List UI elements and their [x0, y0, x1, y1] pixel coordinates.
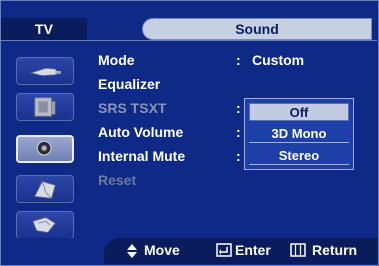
setup-icon [32, 217, 56, 233]
footer-move-label: Move [144, 242, 180, 258]
sidebar-item-setup[interactable] [16, 211, 74, 239]
return-icon [290, 243, 306, 257]
menu-item-internal-mute[interactable]: Internal Mute [98, 148, 185, 164]
move-arrows-icon [127, 244, 137, 258]
menu-item-auto-volume[interactable]: Auto Volume [98, 124, 183, 140]
header-tv-label: TV [35, 21, 53, 37]
enter-icon [216, 243, 232, 257]
option-off[interactable]: Off [249, 103, 349, 121]
option-stereo[interactable]: Stereo [249, 147, 349, 165]
colon-internal-mute: : [236, 148, 241, 164]
colon-srs: : [236, 100, 241, 116]
option-3d-mono[interactable]: 3D Mono [249, 125, 349, 143]
menu-item-srs-tsxt[interactable]: SRS TSXT [98, 100, 166, 116]
mode-value: Custom [252, 52, 305, 68]
sound-icon [34, 97, 56, 117]
sidebar-item-sound[interactable] [16, 93, 74, 121]
menu-item-mode[interactable]: Mode [98, 52, 135, 68]
srs-options-dropdown: Off 3D Mono Stereo [244, 98, 354, 170]
footer-return-label: Return [312, 242, 358, 258]
picture-icon [29, 67, 61, 77]
sidebar-item-picture[interactable] [16, 57, 74, 85]
sidebar-item-speaker[interactable] [16, 135, 74, 163]
sidebar [1, 41, 87, 239]
speaker-icon [36, 140, 52, 156]
colon-mode: : [236, 52, 241, 68]
footer-enter-label: Enter [235, 242, 271, 258]
sidebar-item-channel[interactable] [16, 175, 74, 203]
page-title: Sound [142, 18, 372, 40]
channel-icon [34, 181, 56, 199]
menu-item-reset[interactable]: Reset [98, 172, 136, 188]
colon-auto-volume: : [236, 124, 241, 140]
menu-item-equalizer[interactable]: Equalizer [98, 76, 160, 92]
